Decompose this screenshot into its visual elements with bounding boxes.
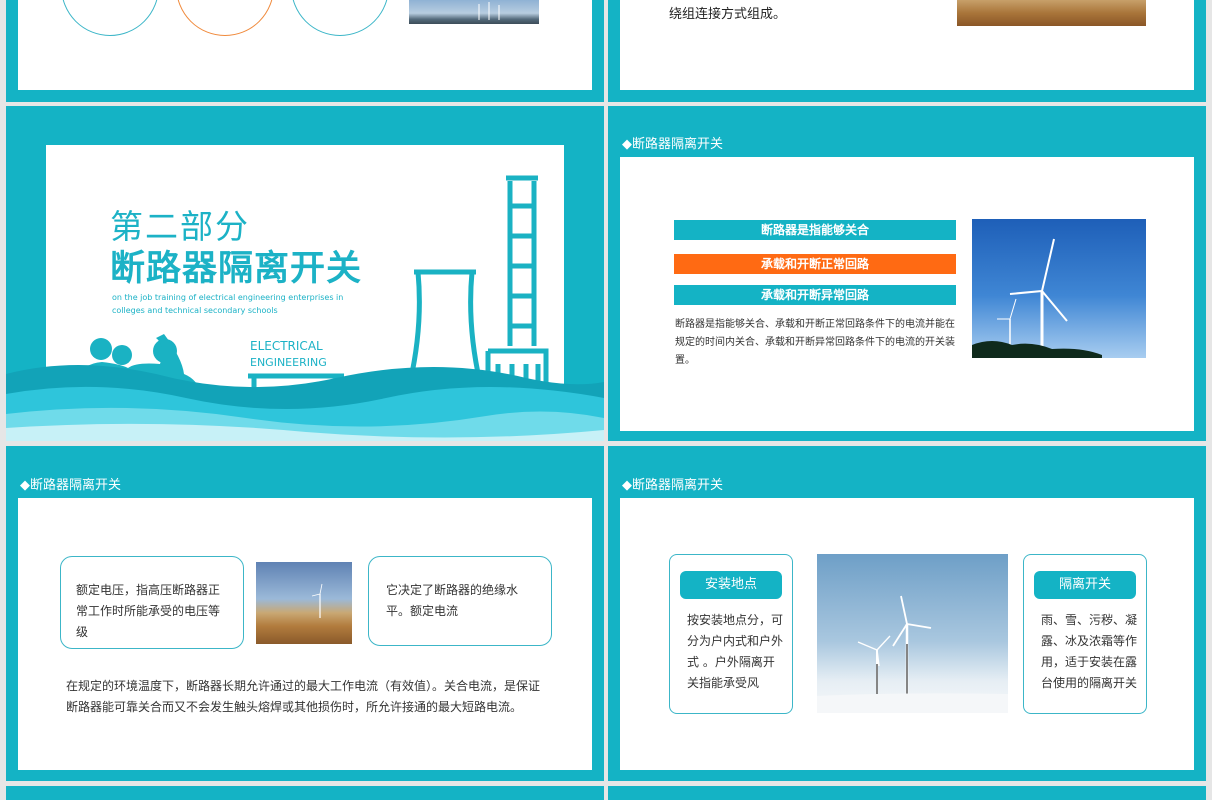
- slide-title: ◆断路器隔离开关: [20, 478, 121, 493]
- slide-thumbnail-2[interactable]: 绕组连接方式组成。: [608, 0, 1206, 102]
- snow-turbine-photo: [817, 554, 1008, 713]
- wind-turbine-photo: [972, 219, 1146, 358]
- slide-thumbnail-3[interactable]: 第二部分 断路器隔离开关 on the job training of elec…: [6, 106, 604, 441]
- body-text: 在规定的环境温度下，断路器长期允许通过的最大工作电流（有效值）。关合电流，是保证…: [66, 679, 541, 714]
- feature-bar-1: 断路器是指能够关合: [674, 220, 956, 240]
- slide-thumbnail-4[interactable]: ◆断路器隔离开关 断路器是指能够关合 承载和开断正常回路 承载和开断异常回路 断…: [608, 106, 1206, 441]
- body-text: 断路器是指能够关合、承载和开断正常回路条件下的电流并能在规定的时间内关合、承载和…: [675, 319, 955, 366]
- card-tag: 安装地点: [680, 571, 782, 599]
- slide-title: ◆断路器隔离开关: [622, 137, 723, 152]
- turbine-graphic: [311, 583, 323, 618]
- info-box-text: 它决定了断路器的绝缘水平。额定电流: [386, 583, 519, 618]
- chimney-shape: [506, 175, 538, 346]
- turbine-graphic: [817, 595, 1008, 713]
- info-box-right: 它决定了断路器的绝缘水平。额定电流: [368, 556, 552, 646]
- feature-bar-2: 承载和开断正常回路: [674, 254, 956, 274]
- slide-thumbnail-5[interactable]: ◆断路器隔离开关 额定电压，指高压断路器正常工作时所能承受的电压等级 它决定了断…: [6, 446, 604, 781]
- info-card-left: 安装地点 按安装地点分，可分为户内式和户外式 。户外隔离开关指能承受风: [669, 554, 793, 714]
- slide-thumbnail-6[interactable]: ◆断路器隔离开关 安装地点 按安装地点分，可分为户内式和户外式 。户外隔离开关指…: [608, 446, 1206, 781]
- slide-title: ◆断路器隔离开关: [622, 478, 723, 493]
- card-text: 雨、雪、污秽、凝露、冰及浓霜等作用，适于安装在露台使用的隔离开关: [1041, 613, 1138, 690]
- wind-farm-photo: [409, 0, 539, 24]
- power-plant-illustration: [6, 175, 604, 441]
- field-turbine-photo: [256, 562, 352, 644]
- card-text: 按安装地点分，可分为户内式和户外式 。户外隔离开关指能承受风: [687, 613, 784, 690]
- info-card-right: 隔离开关 雨、雪、污秽、凝露、冰及浓霜等作用，适于安装在露台使用的隔离开关: [1023, 554, 1147, 714]
- turbine-graphic: [972, 238, 1102, 358]
- card-tag: 隔离开关: [1034, 571, 1136, 599]
- field-photo: [957, 0, 1146, 26]
- info-box-text: 额定电压，指高压断路器正常工作时所能承受的电压等级: [76, 583, 221, 639]
- info-box-left: 额定电压，指高压断路器正常工作时所能承受的电压等级: [60, 556, 244, 649]
- slide-thumbnail-8[interactable]: [608, 786, 1206, 800]
- feature-bar-3: 承载和开断异常回路: [674, 285, 956, 305]
- slide-text: 绕组连接方式组成。: [669, 7, 787, 22]
- turbines-graphic: [478, 2, 500, 20]
- slide-thumbnail-1[interactable]: [6, 0, 604, 102]
- slide-thumbnail-7[interactable]: [6, 786, 604, 800]
